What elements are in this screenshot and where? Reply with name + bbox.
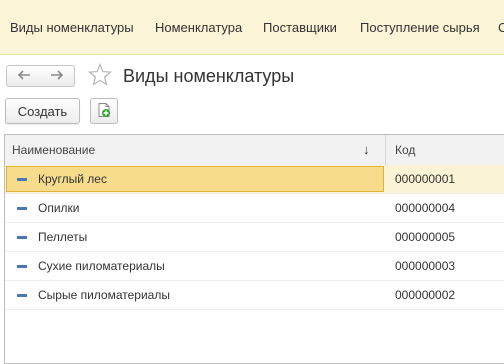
table-row[interactable]: Круглый лес 000000001	[5, 165, 504, 194]
nav-item-suppliers[interactable]: Поставщики	[263, 20, 337, 36]
cell-code[interactable]: 000000002	[395, 281, 455, 310]
forward-button[interactable]	[40, 65, 75, 87]
cell-code[interactable]: 000000003	[395, 252, 455, 281]
nav-item-items[interactable]: Номенклатура	[155, 20, 242, 36]
cell-name[interactable]: Опилки	[6, 195, 384, 221]
arrow-left-icon	[17, 69, 31, 83]
create-button[interactable]: Создать	[5, 98, 80, 124]
cell-name[interactable]: Пеллеты	[6, 224, 384, 250]
column-header-name[interactable]: Наименование	[12, 135, 95, 165]
top-navigation-bar: Виды номенклатуры Номенклатура Поставщик…	[0, 0, 504, 55]
cell-code[interactable]: 000000005	[395, 223, 455, 252]
add-copy-button[interactable]	[90, 98, 118, 124]
table-row[interactable]: Сухие пиломатериалы 000000003	[5, 252, 504, 281]
cell-name[interactable]: Сухие пиломатериалы	[6, 253, 384, 279]
row-item-icon	[17, 265, 27, 268]
row-item-icon	[17, 207, 27, 210]
cell-code[interactable]: 000000001	[395, 165, 455, 194]
cell-name[interactable]: Круглый лес	[6, 166, 384, 192]
add-copy-icon	[96, 102, 112, 121]
table-row[interactable]: Сырые пиломатериалы 000000002	[5, 281, 504, 310]
cell-code[interactable]: 000000004	[395, 194, 455, 223]
table-row[interactable]: Пеллеты 000000005	[5, 223, 504, 252]
row-item-icon	[17, 294, 27, 297]
column-divider[interactable]	[385, 135, 386, 165]
table-row[interactable]: Опилки 000000004	[5, 194, 504, 223]
nav-item-item-types[interactable]: Виды номенклатуры	[10, 20, 134, 36]
row-item-icon	[17, 236, 27, 239]
star-icon[interactable]	[87, 62, 113, 88]
table-header: Наименование ↓ Код	[5, 135, 504, 166]
sort-descending-icon[interactable]: ↓	[363, 135, 370, 165]
cell-name[interactable]: Сырые пиломатериалы	[6, 282, 384, 308]
arrow-right-icon	[50, 69, 64, 83]
nav-item-raw-material-receipts[interactable]: Поступление сырья	[360, 20, 480, 36]
column-header-code[interactable]: Код	[395, 135, 415, 165]
page-title: Виды номенклатуры	[123, 66, 295, 86]
nav-item-next[interactable]: С	[498, 20, 504, 36]
row-item-icon	[17, 178, 27, 181]
item-types-table: Наименование ↓ Код Круглый лес 000000001…	[4, 134, 504, 364]
back-button[interactable]	[6, 65, 41, 87]
